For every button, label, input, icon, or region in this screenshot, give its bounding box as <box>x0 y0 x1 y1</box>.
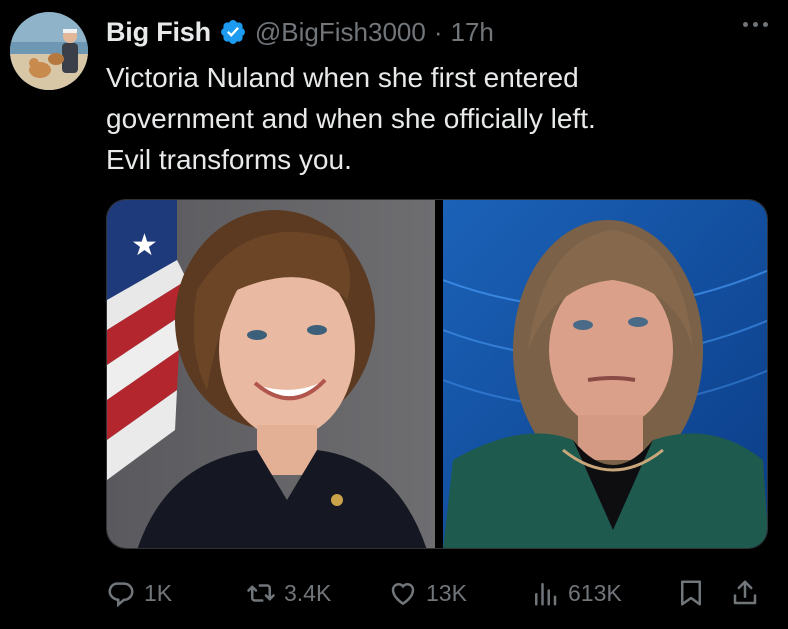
verified-badge-icon <box>219 18 247 46</box>
views-button[interactable]: 613K <box>530 578 622 608</box>
reply-count: 1K <box>144 579 173 606</box>
retweet-count: 3.4K <box>284 579 332 606</box>
svg-text:★: ★ <box>131 228 158 263</box>
analytics-icon <box>535 583 557 606</box>
bookmark-button[interactable] <box>676 578 714 608</box>
views-count: 613K <box>568 579 622 606</box>
author-name[interactable]: Big Fish <box>106 17 211 48</box>
tweet-text: Victoria Nuland when she first entered g… <box>106 62 596 175</box>
reply-icon <box>108 582 134 608</box>
bookmark-icon <box>681 580 701 606</box>
like-button[interactable]: 13K <box>388 578 467 608</box>
retweet-icon <box>247 584 275 602</box>
retweet-button[interactable]: 3.4K <box>246 578 331 608</box>
photo-right[interactable] <box>443 200 767 548</box>
tweet-header: Big Fish @BigFish3000 · 17h <box>106 14 766 50</box>
avatar[interactable] <box>10 12 88 90</box>
photo-left[interactable]: ★ <box>107 200 435 548</box>
avatar-image <box>10 12 88 90</box>
like-count: 13K <box>426 579 467 606</box>
more-icon[interactable] <box>743 22 768 27</box>
tweet-media[interactable]: ★ <box>106 199 768 549</box>
share-icon <box>733 580 757 605</box>
header-separator: · <box>433 16 443 47</box>
tweet-time[interactable]: 17h <box>451 17 494 48</box>
heart-icon <box>391 583 415 606</box>
share-button[interactable] <box>730 578 768 608</box>
tweet-actions: 1K 3.4K 13K 613K <box>106 572 768 616</box>
author-handle[interactable]: @BigFish3000 <box>255 17 426 48</box>
reply-button[interactable]: 1K <box>106 578 172 608</box>
